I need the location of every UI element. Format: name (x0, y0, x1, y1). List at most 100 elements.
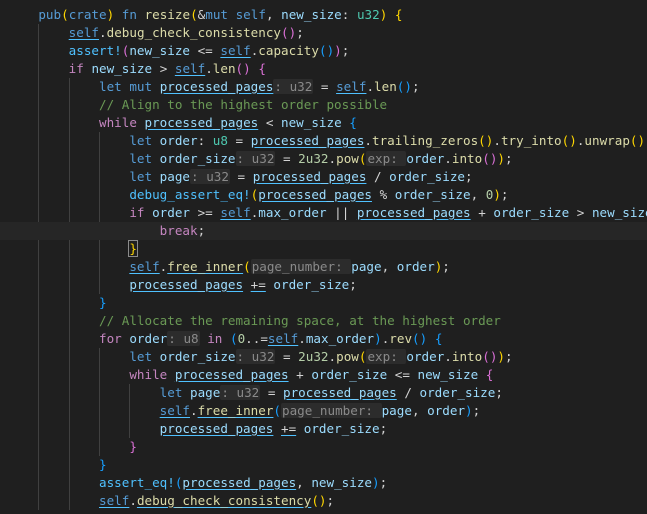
variable-token: order (396, 259, 435, 274)
inlay-hint: exp (367, 151, 391, 166)
self-token: self (129, 259, 160, 274)
self-token: self (174, 61, 206, 76)
inlay-hint-colon: : (390, 349, 406, 364)
code-line[interactable]: processed_pages += order_size; (8, 276, 357, 294)
code-line[interactable]: assert_eq!(processed_pages, new_size); (8, 474, 387, 492)
code-line[interactable]: for order: u8 in (0..=self.max_order).re… (8, 330, 442, 348)
punctuation-token: . (444, 151, 452, 166)
inlay-hint: u32 (251, 151, 275, 166)
bracket-token: ( (478, 133, 486, 148)
bracket-token: ) (372, 475, 380, 490)
punctuation-token: ; (379, 421, 388, 436)
code-line[interactable]: let order_size: u32 = 2u32.pow(exp: orde… (8, 348, 513, 366)
code-line[interactable]: let page: u32 = processed_pages / order_… (8, 168, 473, 186)
bracket-token: { (258, 61, 266, 76)
code-line[interactable]: let page: u32 = processed_pages / order_… (8, 384, 503, 402)
inlay-hint-colon: : (236, 349, 252, 364)
bracket-token: ( (412, 331, 420, 346)
inlay-hint: u8 (183, 331, 199, 346)
code-line[interactable]: let order: u8 = processed_pages.trailing… (8, 132, 647, 150)
code-line[interactable]: self.debug_check_consistency(); (8, 24, 304, 42)
bracket-token: ) (569, 133, 577, 148)
function-token: debug_check_consistency (136, 493, 312, 508)
inlay-hint: : u8 (167, 331, 200, 346)
code-line[interactable]: self.free_inner(page_number: page, order… (8, 258, 450, 276)
inlay-hint: : u32 (190, 169, 230, 184)
code-line[interactable]: } (8, 456, 107, 474)
variable-token: processed_pages (258, 187, 372, 202)
punctuation-token: < (258, 115, 281, 130)
code-line-current[interactable]: break; (0, 222, 647, 240)
variable-token: new_size (311, 475, 372, 490)
code-line[interactable]: debug_assert_eq!(processed_pages % order… (8, 186, 508, 204)
punctuation-token (152, 151, 160, 166)
variable-token: order_size (394, 187, 471, 202)
matched-bracket-token: } (128, 240, 138, 257)
function-token: resize (144, 7, 191, 22)
variable-token: processed_pages (250, 133, 365, 148)
punctuation-token (228, 7, 236, 22)
code-line[interactable]: } (8, 240, 138, 258)
code-editor[interactable]: pub(crate) fn resize(&mut self, new_size… (0, 0, 647, 514)
punctuation-token: % (371, 187, 395, 202)
code-line[interactable]: self.debug_check_consistency(); (8, 492, 334, 510)
inlay-hint-colon: : (221, 385, 237, 400)
code-line[interactable]: // Align to the highest order possible (8, 96, 387, 114)
code-line[interactable]: if new_size > self.len() { (8, 60, 266, 78)
punctuation-token: ; (296, 25, 304, 40)
variable-token: order_size (303, 421, 380, 436)
punctuation-token (387, 7, 395, 22)
code-line[interactable]: // Allocate the remaining space, at the … (8, 312, 501, 330)
macro-token: assert_eq! (99, 475, 175, 490)
punctuation-token: = (275, 349, 299, 364)
function-token: free_inner (197, 403, 274, 418)
punctuation-token (296, 421, 304, 436)
code-line[interactable]: processed_pages += order_size; (8, 420, 388, 438)
keyword-token: let (129, 151, 153, 166)
punctuation-token: ; (472, 403, 481, 418)
inlay-hint: : u32 (220, 385, 261, 400)
punctuation-token: ; (349, 277, 357, 292)
code-line[interactable]: let mut processed_pages: u32 = self.len(… (8, 78, 420, 96)
code-line[interactable]: } (8, 294, 107, 312)
code-line[interactable]: if order >= self.max_order || processed_… (8, 204, 647, 222)
code-line[interactable]: pub(crate) fn resize(&mut self, new_size… (8, 6, 402, 24)
code-line[interactable]: while processed_pages < new_size { (8, 114, 357, 132)
code-line[interactable]: self.free_inner(page_number: page, order… (8, 402, 480, 420)
code-line[interactable]: assert!(new_size <= self.capacity()); (8, 42, 350, 60)
inlay-hint: page_number (251, 259, 336, 274)
punctuation-token: ; (505, 349, 513, 364)
operator-token: += (250, 277, 266, 292)
keyword-token: fn (121, 7, 137, 22)
inlay-hint: page_number (282, 403, 366, 418)
function-token: unwrap (584, 133, 630, 148)
punctuation-token: ; (442, 259, 450, 274)
code-line[interactable]: } (8, 438, 137, 456)
control-keyword-token: break (159, 223, 198, 238)
control-keyword-token: while (99, 115, 137, 130)
variable-token: order_size (493, 205, 570, 220)
function-token: into (451, 151, 483, 166)
inlay-hint: : u32 (235, 151, 276, 166)
punctuation-token: : (341, 7, 357, 22)
punctuation-token: . (298, 331, 306, 346)
bracket-token: } (99, 295, 107, 310)
control-keyword-token: while (129, 367, 168, 382)
punctuation-token: = (229, 169, 253, 184)
code-line[interactable]: while processed_pages + order_size <= ne… (8, 366, 493, 384)
self-token: self (99, 493, 130, 508)
punctuation-token: / (366, 169, 390, 184)
code-line[interactable]: let order_size: u32 = 2u32.pow(exp: orde… (8, 150, 513, 168)
punctuation-token (152, 79, 160, 94)
keyword-token: let (129, 133, 153, 148)
variable-token: new_size (591, 205, 647, 220)
